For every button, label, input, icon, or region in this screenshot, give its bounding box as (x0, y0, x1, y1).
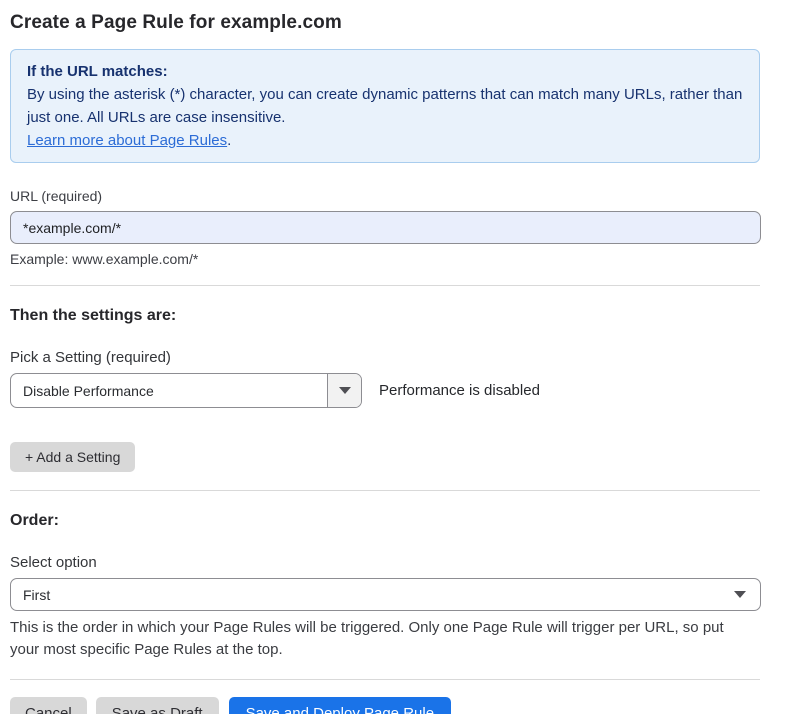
info-box-body: By using the asterisk (*) character, you… (27, 83, 743, 129)
order-help-text: This is the order in which your Page Rul… (10, 617, 755, 661)
info-box-heading: If the URL matches: (27, 60, 743, 83)
link-period: . (227, 132, 231, 149)
url-field-label: URL (required) (10, 188, 760, 204)
learn-more-link[interactable]: Learn more about Page Rules (27, 132, 227, 149)
url-input[interactable] (10, 211, 761, 244)
cancel-button[interactable]: Cancel (10, 697, 87, 714)
chevron-down-icon (734, 591, 746, 598)
order-section-heading: Order: (10, 512, 760, 530)
order-select-value: First (23, 587, 734, 603)
setting-select-value: Disable Performance (11, 374, 327, 407)
footer-actions: Cancel Save as Draft Save and Deploy Pag… (10, 697, 760, 714)
add-setting-button[interactable]: + Add a Setting (10, 442, 135, 472)
divider (10, 490, 760, 491)
setting-select-arrow-button[interactable] (327, 374, 361, 407)
order-select[interactable]: First (10, 578, 761, 611)
info-box-link-line: Learn more about Page Rules. (27, 129, 743, 152)
save-as-draft-button[interactable]: Save as Draft (96, 697, 219, 714)
settings-section-heading: Then the settings are: (10, 307, 760, 325)
url-matches-info-box: If the URL matches: By using the asteris… (10, 49, 760, 163)
pick-setting-label: Pick a Setting (required) (10, 349, 760, 366)
setting-select[interactable]: Disable Performance (10, 373, 362, 408)
divider (10, 285, 760, 286)
setting-status-text: Performance is disabled (379, 382, 540, 399)
save-and-deploy-button[interactable]: Save and Deploy Page Rule (229, 697, 451, 714)
page-title: Create a Page Rule for example.com (10, 12, 760, 34)
create-page-rule-form: Create a Page Rule for example.com If th… (0, 0, 760, 714)
order-select-label: Select option (10, 554, 760, 571)
setting-row: Disable Performance Performance is disab… (10, 373, 760, 408)
url-example-text: Example: www.example.com/* (10, 251, 760, 267)
chevron-down-icon (339, 387, 351, 394)
divider (10, 679, 760, 680)
